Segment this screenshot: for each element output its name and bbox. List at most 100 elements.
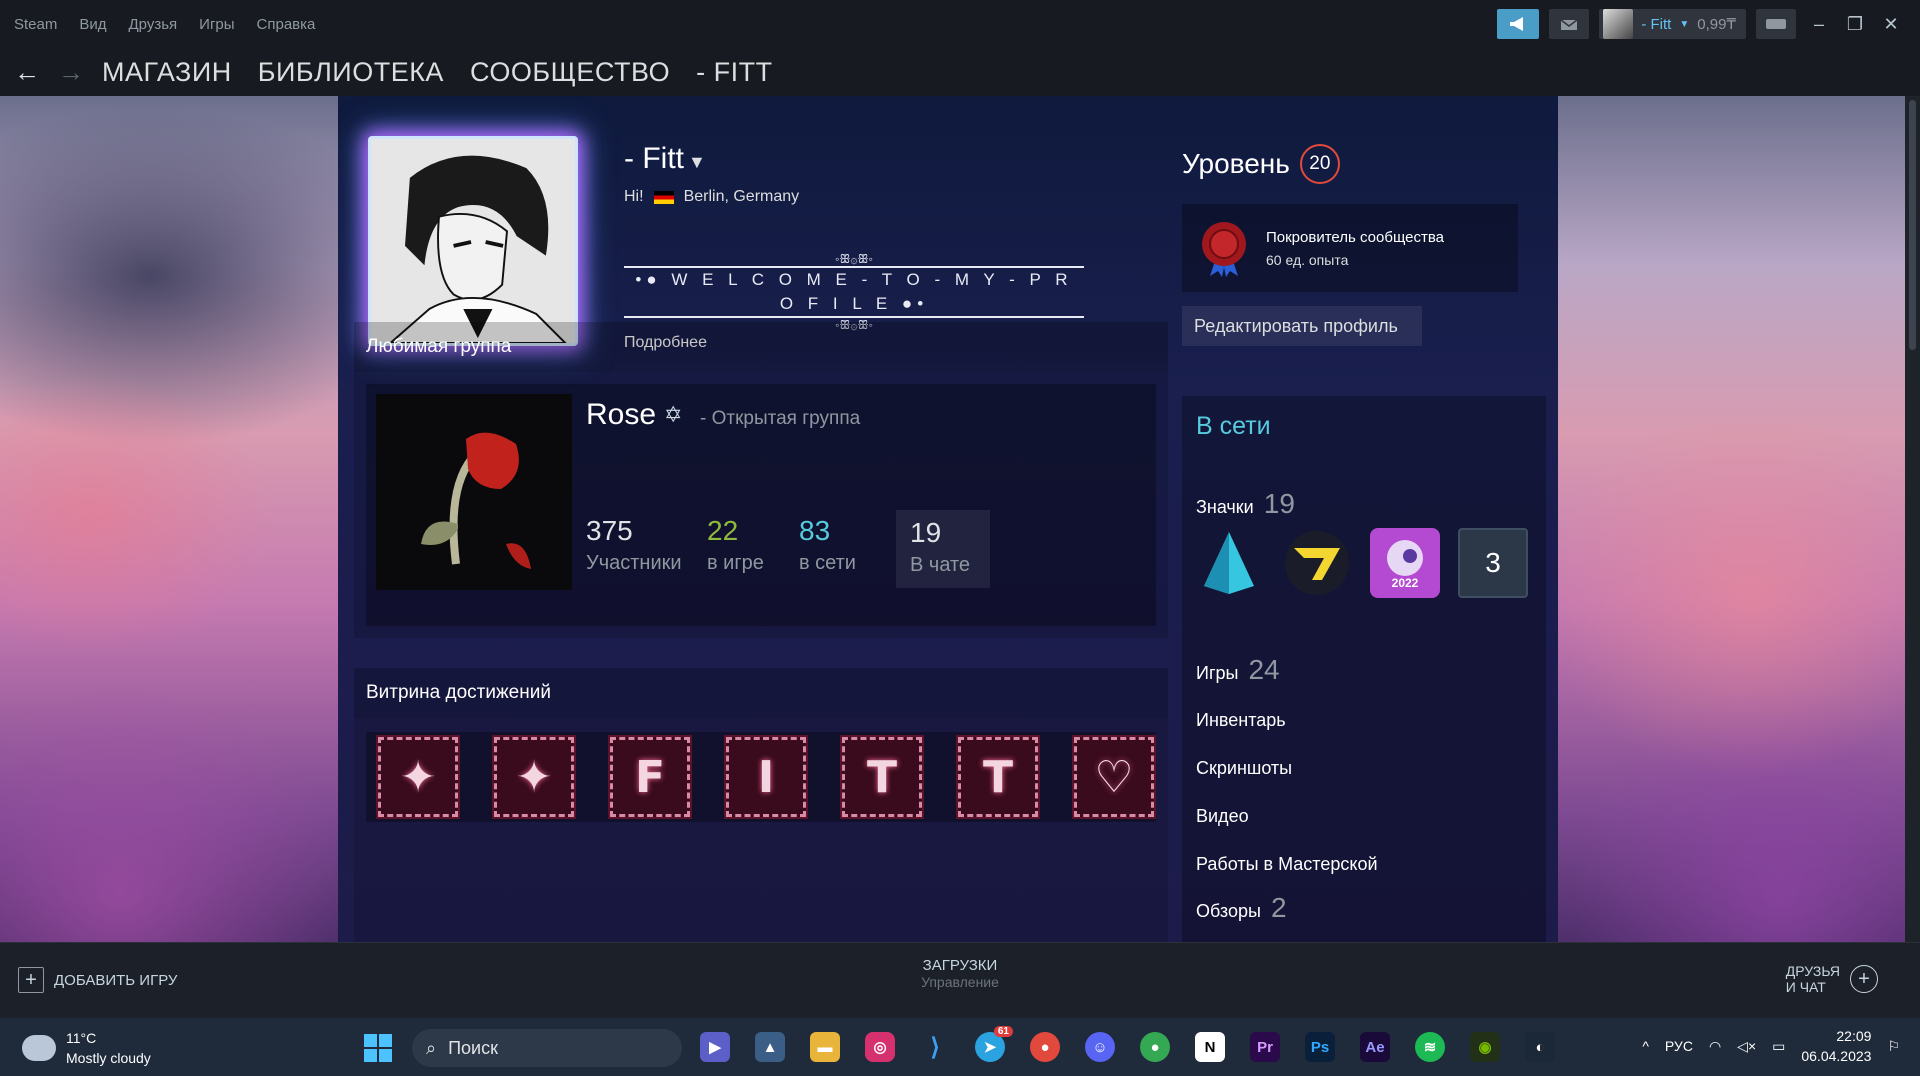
- stat-chat[interactable]: 19 В чате: [896, 510, 990, 588]
- downloads-button[interactable]: ЗАГРУЗКИ Управление: [860, 957, 1060, 990]
- profile-summary-line: Hi! Berlin, Germany: [624, 188, 799, 206]
- edit-profile-button[interactable]: Редактировать профиль: [1182, 306, 1422, 346]
- reviews-link[interactable]: Обзоры 2: [1196, 892, 1287, 924]
- pentagram-icon: ✡: [664, 402, 683, 427]
- language-indicator[interactable]: РУС: [1665, 1038, 1693, 1054]
- stat-in-game-count: 22: [707, 515, 739, 546]
- profile-name[interactable]: - Fitt ▼: [624, 142, 706, 176]
- notification-icon[interactable]: ⚐: [1887, 1038, 1900, 1055]
- cloud-icon: [22, 1035, 56, 1061]
- games-link[interactable]: Игры 24: [1196, 654, 1280, 686]
- account-menu[interactable]: - Fitt ▼ 0,99₸: [1599, 9, 1746, 39]
- badge-year: 2022: [1391, 576, 1419, 590]
- search-icon: ⌕: [426, 1037, 437, 1058]
- scrollbar-thumb[interactable]: [1909, 100, 1916, 350]
- wax-seal-icon: [1196, 218, 1252, 278]
- welcome-banner: ◦ꕥ۞ꕥ◦ •● W E L C O M E - T O - M Y - P R…: [624, 252, 1084, 332]
- friends-chat-button[interactable]: ДРУЗЬЯ И ЧАТ +: [1786, 963, 1878, 995]
- game-card-badge-icon[interactable]: 3: [1458, 528, 1528, 598]
- level-badge[interactable]: 20: [1299, 144, 1340, 184]
- badge-title: Покровитель сообщества: [1266, 228, 1444, 246]
- taskbar-search[interactable]: ⌕ Поиск: [412, 1029, 682, 1067]
- nav-community[interactable]: СООБЩЕСТВО: [470, 57, 670, 88]
- stat-chat-count: 19: [910, 517, 942, 548]
- crystal-badge-icon[interactable]: [1194, 528, 1264, 598]
- achievement-letter-f[interactable]: F: [608, 735, 692, 819]
- windows-start-icon[interactable]: [364, 1034, 392, 1062]
- nvidia-icon[interactable]: ◉: [1470, 1032, 1500, 1062]
- battery-icon[interactable]: ▭: [1772, 1038, 1785, 1055]
- featured-badge[interactable]: Покровитель сообщества 60 ед. опыта: [1182, 204, 1518, 292]
- profile-sidebar: В сети Значки 19 2022 3 Игры 24 Инвентар…: [1182, 396, 1546, 942]
- wallet-balance: 0,99₸: [1697, 16, 1736, 33]
- restore-button[interactable]: ❐: [1842, 14, 1868, 35]
- caret-down-icon[interactable]: ▼: [688, 152, 706, 172]
- badge-xp: 60 ед. опыта: [1266, 251, 1349, 268]
- achievement-sparkle[interactable]: ✦: [492, 735, 576, 819]
- badges-link[interactable]: Значки 19: [1196, 488, 1295, 520]
- chevron-up-icon[interactable]: ^: [1642, 1038, 1649, 1054]
- videos-link[interactable]: Видео: [1196, 806, 1249, 827]
- file-explorer-icon[interactable]: ▬: [810, 1032, 840, 1062]
- plus-icon: +: [18, 967, 44, 993]
- achievement-letter-t[interactable]: T: [956, 735, 1040, 819]
- chrome-profile-icon[interactable]: ●: [1140, 1032, 1170, 1062]
- vscode-icon[interactable]: ⟩: [920, 1032, 950, 1062]
- menu-games[interactable]: Игры: [199, 16, 234, 33]
- vr-icon[interactable]: [1756, 9, 1796, 39]
- stat-online-count: 83: [799, 515, 831, 546]
- group-name[interactable]: Rose: [586, 398, 656, 432]
- stat-in-game-label: в игре: [707, 552, 764, 574]
- achievement-heart[interactable]: ♡: [1072, 735, 1156, 819]
- ornament-top: ◦ꕥ۞ꕥ◦: [835, 252, 873, 266]
- after-effects-icon[interactable]: Ae: [1360, 1032, 1390, 1062]
- envelope-icon[interactable]: [1549, 9, 1590, 39]
- nav-store[interactable]: МАГАЗИН: [102, 57, 232, 88]
- group-card[interactable]: Rose ✡ - Открытая группа 375 Участники 2…: [366, 384, 1156, 626]
- back-arrow-icon[interactable]: ←: [14, 57, 40, 88]
- avatar: [1603, 9, 1634, 39]
- photos-icon[interactable]: ▲: [755, 1032, 785, 1062]
- group-logo[interactable]: [376, 394, 572, 590]
- level-label: Уровень: [1182, 148, 1290, 179]
- steam-2022-badge-icon[interactable]: 2022: [1370, 528, 1440, 598]
- weather-widget[interactable]: 11°C Mostly cloudy: [22, 1028, 151, 1068]
- chrome-icon[interactable]: ●: [1030, 1032, 1060, 1062]
- menu-steam[interactable]: Steam: [14, 16, 57, 33]
- speaker-muted-icon[interactable]: ◁×: [1737, 1038, 1756, 1055]
- inventory-link[interactable]: Инвентарь: [1196, 710, 1286, 731]
- friends-label-2: И ЧАТ: [1785, 979, 1826, 995]
- location-text: Berlin, Germany: [683, 188, 800, 205]
- menu-help[interactable]: Справка: [257, 16, 316, 33]
- forward-arrow-icon[interactable]: →: [58, 57, 84, 88]
- achievement-letter-i[interactable]: I: [724, 735, 808, 819]
- workshop-link[interactable]: Работы в Мастерской: [1196, 854, 1378, 875]
- achievements-panel: ✦ ✦ F I T T ♡: [354, 718, 1168, 942]
- telegram-icon[interactable]: ➤ 61: [975, 1026, 1013, 1062]
- instagram-icon[interactable]: ◎: [865, 1032, 895, 1062]
- menu-friends[interactable]: Друзья: [129, 16, 178, 33]
- clock[interactable]: 22:09 06.04.2023: [1801, 1026, 1871, 1066]
- notion-icon[interactable]: N: [1195, 1032, 1225, 1062]
- spotify-icon[interactable]: ≋: [1415, 1032, 1445, 1062]
- discord-icon[interactable]: ☺: [1085, 1032, 1115, 1062]
- minimize-button[interactable]: –: [1806, 14, 1832, 35]
- valorant-style-badge-icon[interactable]: [1282, 528, 1352, 598]
- menu-view[interactable]: Вид: [79, 16, 106, 33]
- teams-icon[interactable]: ▶: [700, 1032, 730, 1062]
- steam-icon[interactable]: ◐: [1525, 1032, 1555, 1062]
- photoshop-icon[interactable]: Ps: [1305, 1032, 1335, 1062]
- stat-online-label: в сети: [799, 552, 856, 574]
- add-game-button[interactable]: + ДОБАВИТЬ ИГРУ: [18, 967, 177, 993]
- achievement-sparkle[interactable]: ✦: [376, 735, 460, 819]
- megaphone-icon[interactable]: [1497, 9, 1540, 39]
- wifi-icon[interactable]: ◠: [1709, 1038, 1721, 1055]
- premiere-pro-icon[interactable]: Pr: [1250, 1032, 1280, 1062]
- nav-library[interactable]: БИБЛИОТЕКА: [258, 57, 444, 88]
- achievement-letter-t[interactable]: T: [840, 735, 924, 819]
- close-button[interactable]: ✕: [1878, 14, 1904, 35]
- nav-profile[interactable]: - FITT: [696, 57, 772, 88]
- scrollbar[interactable]: [1905, 96, 1920, 942]
- greeting-text: Hi!: [624, 188, 644, 205]
- screenshots-link[interactable]: Скриншоты: [1196, 758, 1292, 779]
